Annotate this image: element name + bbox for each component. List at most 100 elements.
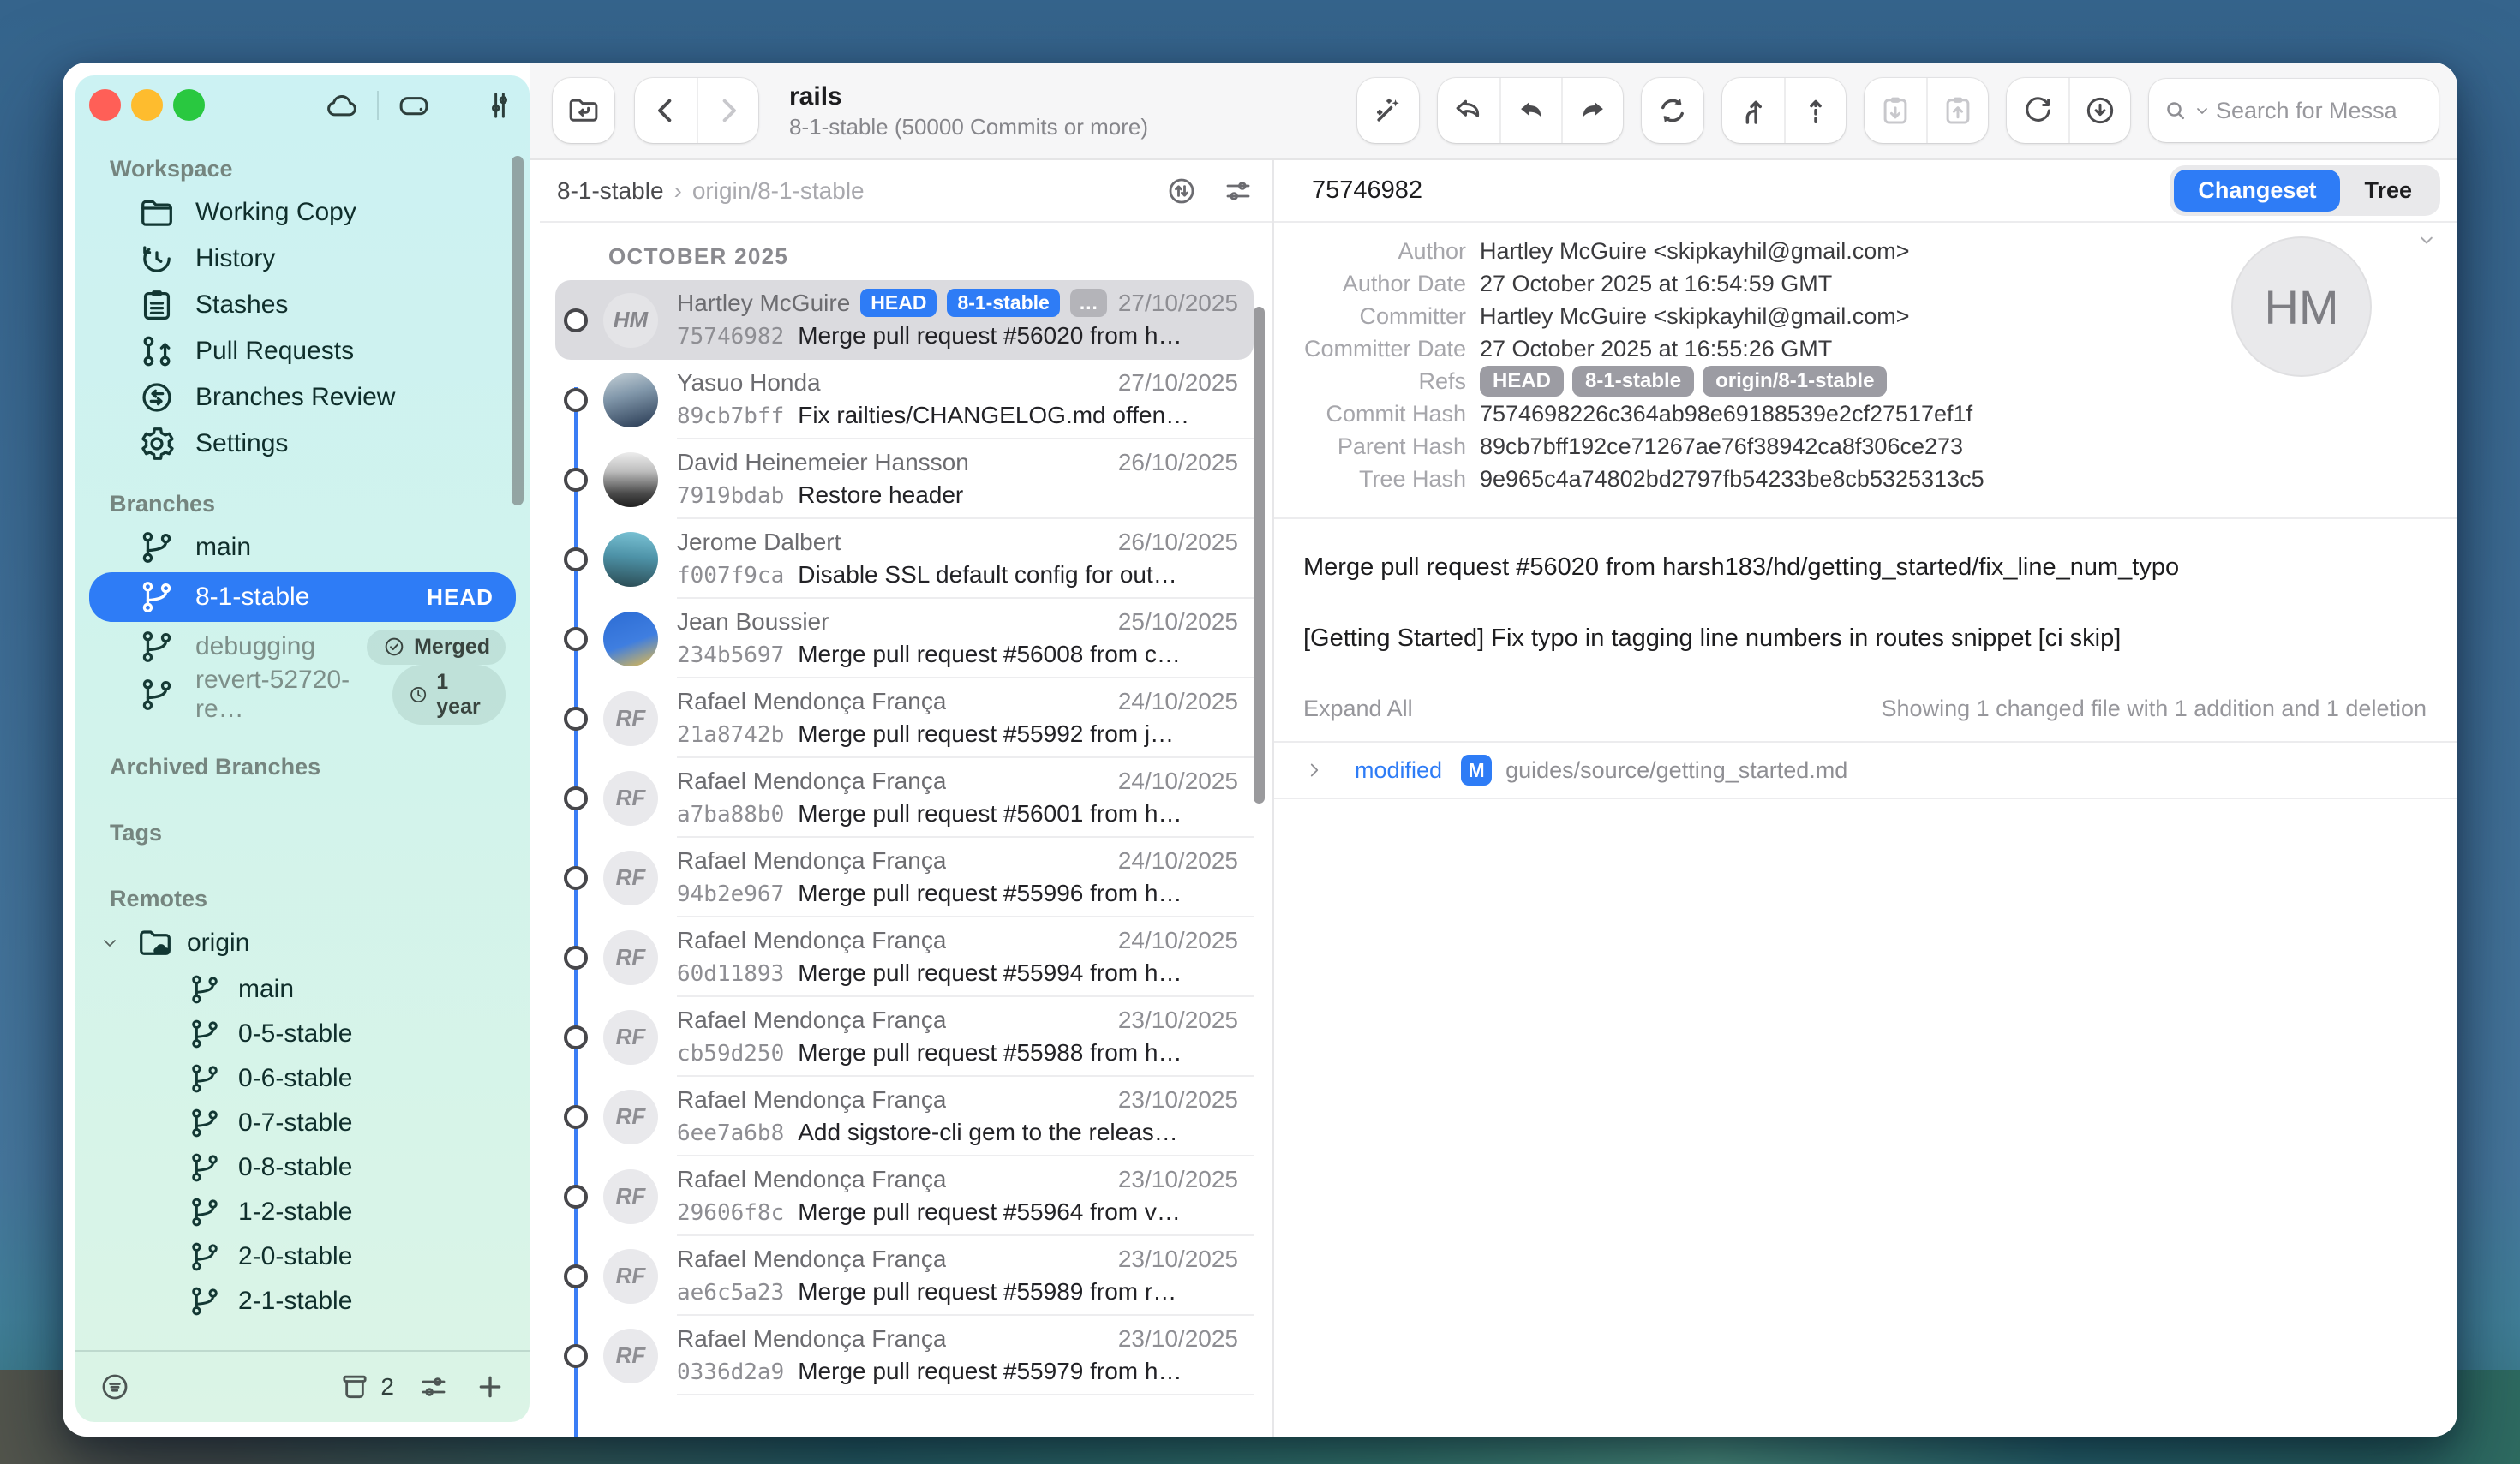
metadata-label: Author	[1284, 238, 1466, 265]
remote-origin[interactable]: origin	[75, 919, 530, 967]
remote-branch-item[interactable]: 2-0-stable	[75, 1234, 530, 1279]
commit-row[interactable]: RF Rafael Mendonça França 24/10/2025	[555, 758, 1254, 838]
commit-date: 23/10/2025	[1118, 1166, 1238, 1193]
sidebar-item-label: History	[195, 244, 275, 273]
ref-badge[interactable]: HEAD	[1480, 366, 1564, 397]
commit-row[interactable]: RF Rafael Mendonça França 23/10/2025	[555, 1156, 1254, 1236]
undo-button[interactable]	[1438, 78, 1499, 143]
breadcrumb[interactable]: 8-1-stable › origin/8-1-stable	[557, 177, 865, 205]
commit-message: Merge pull request #55994 from h…	[798, 959, 1182, 987]
plus-icon[interactable]	[473, 1370, 507, 1404]
sidebar-item[interactable]: Working Copy	[75, 189, 530, 236]
head-flag: HEAD	[427, 584, 494, 611]
avatar-initials: RF	[616, 1024, 646, 1050]
sidebar-item[interactable]: Pull Requests	[75, 328, 530, 374]
archive-icon[interactable]	[338, 1370, 372, 1404]
commit-row[interactable]: Yasuo Honda 27/10/2025 89cb7bff Fix rail…	[555, 360, 1254, 439]
remote-branch-item[interactable]: 2-1-stable	[75, 1279, 530, 1324]
sidebar-item[interactable]: Stashes	[75, 282, 530, 328]
sliders-v-icon[interactable]	[482, 87, 518, 123]
commit-row[interactable]: RF Rafael Mendonça França 24/10/2025	[555, 678, 1254, 758]
remote-branch-item[interactable]: 1-2-stable	[75, 1190, 530, 1234]
sync-button[interactable]	[1642, 78, 1703, 143]
stash-pop-button[interactable]	[1926, 78, 1988, 143]
minimize-window-button[interactable]	[131, 89, 163, 121]
workspace-section-header: Workspace	[110, 156, 530, 182]
remote-branch-item[interactable]: 0-6-stable	[75, 1056, 530, 1101]
ref-badge[interactable]: origin/8-1-stable	[1703, 366, 1887, 397]
graph-node	[564, 1025, 588, 1049]
commit-row[interactable]: David Heinemeier Hansson 26/10/2025 7919…	[555, 439, 1254, 519]
archived-branches-header[interactable]: Archived Branches	[110, 754, 530, 780]
modified-badge: M	[1461, 755, 1492, 786]
commit-row[interactable]: Jerome Dalbert 26/10/2025 f007f9ca Disab…	[555, 519, 1254, 599]
graph-node	[564, 627, 588, 651]
remote-branch-item[interactable]: 0-5-stable	[75, 1012, 530, 1056]
chevron-down-icon[interactable]	[99, 933, 120, 953]
zoom-window-button[interactable]	[173, 89, 205, 121]
metadata-label: Commit Hash	[1284, 401, 1466, 427]
sidebar-item[interactable]: Settings	[75, 421, 530, 467]
more-refs-badge: …	[1070, 289, 1107, 317]
tab-tree[interactable]: Tree	[2340, 170, 2436, 212]
branch-item[interactable]: main	[89, 524, 516, 571]
sidebar-item[interactable]: Branches Review	[75, 374, 530, 421]
remote-branch-item[interactable]: 0-7-stable	[75, 1101, 530, 1145]
remote-branch-item[interactable]: 0-8-stable	[75, 1145, 530, 1190]
commit-row[interactable]: RF Rafael Mendonça França 24/10/2025	[555, 838, 1254, 917]
refresh-button[interactable]	[2007, 78, 2068, 143]
commit-author: Rafael Mendonça França	[677, 1166, 946, 1193]
close-window-button[interactable]	[89, 89, 121, 121]
cloud-icon[interactable]	[324, 87, 360, 123]
commit-row[interactable]: RF Rafael Mendonça França 23/10/2025	[555, 1236, 1254, 1316]
branch-item[interactable]: revert-52720-re… 1 year	[89, 672, 516, 718]
merge-button[interactable]	[1722, 78, 1784, 143]
commit-date: 24/10/2025	[1118, 847, 1238, 875]
commit-row[interactable]: HM Hartley McGuire HEAD 8-1-stable … 27/…	[555, 280, 1254, 360]
merge-icon	[1735, 93, 1771, 128]
chevron-sm-right-icon[interactable]	[1303, 759, 1326, 781]
sidebar-scrollbar[interactable]	[512, 156, 524, 505]
tags-header[interactable]: Tags	[110, 820, 530, 846]
stash-save-button[interactable]	[1865, 78, 1926, 143]
expand-all-button[interactable]: Expand All	[1303, 696, 1413, 722]
search-input[interactable]	[2216, 98, 2425, 124]
forward-button[interactable]	[697, 78, 758, 143]
adjust-icon[interactable]	[1221, 174, 1255, 208]
remote-branch-label: 0-7-stable	[238, 1108, 352, 1138]
rebase-button[interactable]	[1784, 78, 1846, 143]
quick-actions-button[interactable]	[1357, 78, 1419, 143]
ref-badge[interactable]: 8-1-stable	[1572, 366, 1694, 397]
changed-file-row[interactable]: modified M guides/source/getting_started…	[1274, 743, 2457, 798]
chev-sm-down-icon[interactable]	[2415, 228, 2439, 252]
branch-item[interactable]: 8-1-stable HEAD	[89, 572, 516, 622]
view-switcher: Changeset Tree	[2170, 165, 2440, 216]
sync-icon	[1655, 93, 1691, 128]
branch-item[interactable]: debugging Merged	[89, 624, 516, 670]
commit-hash: 75746982	[677, 324, 784, 350]
commit-row[interactable]: Jean Boussier 25/10/2025 234b5697 Merge …	[555, 599, 1254, 678]
refs-badges: HEAD 8-1-stable origin/8-1-stable	[1480, 366, 1887, 397]
discard-button[interactable]	[1499, 78, 1561, 143]
search-field[interactable]	[2149, 79, 2439, 142]
adjust-icon[interactable]	[416, 1370, 451, 1404]
remote-branch-label: 0-8-stable	[238, 1153, 352, 1182]
filter-circle-icon[interactable]	[98, 1370, 132, 1404]
tab-changeset[interactable]: Changeset	[2174, 170, 2340, 212]
back-button[interactable]	[635, 78, 697, 143]
redo-button[interactable]	[1561, 78, 1623, 143]
repository-subtitle: 8-1-stable (50000 Commits or more)	[789, 113, 1269, 141]
sidebar-item[interactable]: History	[75, 236, 530, 282]
commit-row[interactable]: RF Rafael Mendonça França 24/10/2025	[555, 917, 1254, 997]
swap-circle-icon[interactable]	[1164, 174, 1199, 208]
open-repository-button[interactable]	[553, 78, 614, 143]
commit-row[interactable]: RF Rafael Mendonça França 23/10/2025	[555, 997, 1254, 1077]
commit-list-scrollbar[interactable]	[1254, 307, 1265, 804]
commit-row[interactable]: RF Rafael Mendonça França 23/10/2025	[555, 1316, 1254, 1395]
remote-branch-label: 0-5-stable	[238, 1019, 352, 1049]
drive-icon[interactable]	[396, 87, 432, 123]
remote-branch-item[interactable]: main	[75, 967, 530, 1012]
fetch-button[interactable]	[2068, 78, 2130, 143]
commit-row[interactable]: RF Rafael Mendonça França 23/10/2025	[555, 1077, 1254, 1156]
graph-node	[564, 1344, 588, 1368]
